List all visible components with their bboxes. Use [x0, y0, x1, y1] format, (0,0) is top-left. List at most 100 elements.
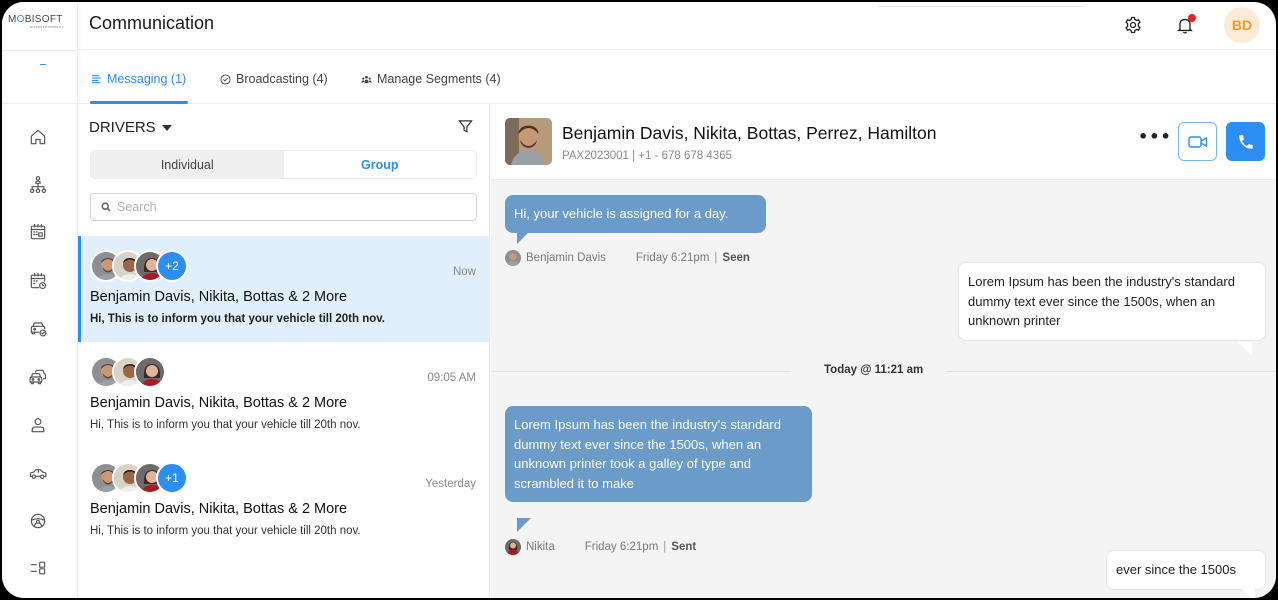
conversation-preview: Hi, This is to inform you that your vehi…: [90, 525, 361, 537]
sidebar-item-home[interactable]: [26, 125, 50, 149]
chat-header: Benjamin Davis, Nikita, Bottas, Perrez, …: [491, 104, 1276, 180]
group-icon: [361, 75, 372, 83]
chat-avatar: [505, 118, 552, 165]
segment-group[interactable]: Group: [283, 151, 476, 178]
sidebar: MOBISOFT DISCOVER MOBILITY: [2, 2, 78, 598]
separator: |: [663, 541, 667, 553]
video-call-button[interactable]: [1178, 122, 1217, 161]
filter-icon: [458, 120, 473, 133]
avatar-stack: [90, 356, 166, 388]
collapse-indicator[interactable]: [40, 64, 46, 65]
voice-call-button[interactable]: [1226, 122, 1265, 161]
sidebar-item-users[interactable]: [26, 413, 50, 437]
chat-subtitle: PAX2023001 | +1 - 678 678 4365: [562, 150, 732, 162]
conversation-item[interactable]: 09:05 AM Benjamin Davis, Nikita, Bottas …: [78, 342, 490, 448]
divider: [2, 103, 78, 104]
messages-icon: [91, 74, 102, 83]
logo-letter: M: [8, 14, 17, 25]
message-bubble-incoming: Lorem Ipsum has been the industry's stan…: [505, 406, 812, 502]
date-divider-label: Today @ 11:21 am: [824, 364, 924, 376]
divider: [2, 50, 78, 51]
category-dropdown[interactable]: DRIVERS: [89, 119, 172, 136]
category-label: DRIVERS: [89, 119, 156, 136]
conversation-item[interactable]: +1 Yesterday Benjamin Davis, Nikita, Bot…: [78, 448, 490, 554]
segment-individual[interactable]: Individual: [91, 151, 284, 178]
conversation-preview: Hi, This is to inform you that your vehi…: [90, 419, 361, 431]
sender-avatar: [505, 250, 521, 266]
sidebar-item-vehicles[interactable]: [26, 461, 50, 485]
org-chart-icon: [29, 176, 47, 194]
message-time: Friday 6:21pm: [635, 252, 710, 264]
notifications-button[interactable]: [1172, 12, 1198, 38]
settings-button[interactable]: [1120, 12, 1146, 38]
tab-label: Manage Segments (4): [377, 72, 501, 86]
message-status: Sent: [671, 541, 697, 553]
search-input[interactable]: [117, 200, 457, 214]
conversation-time: 09:05 AM: [427, 372, 476, 384]
more-members-badge: +2: [156, 250, 188, 282]
phone-icon: [1238, 134, 1253, 149]
sender-name: Benjamin Davis: [526, 252, 606, 264]
avatar-stack: +1: [90, 462, 188, 494]
divider: [878, 6, 1084, 7]
sender-avatar: [505, 539, 521, 555]
calendar-clock-icon: [30, 272, 47, 290]
sidebar-item-schedule[interactable]: [26, 269, 50, 293]
tab-bar: Messaging (1) Broadcasting (4) Manage Se…: [78, 50, 1276, 104]
logo-tagline: DISCOVER MOBILITY: [30, 25, 65, 29]
message-status: Seen: [722, 252, 750, 264]
tab-messaging[interactable]: Messaging (1): [91, 72, 186, 86]
notification-badge: [1188, 14, 1196, 22]
sidebar-item-calendar[interactable]: [26, 220, 50, 244]
car-side-icon: [29, 469, 47, 479]
logo-text: BISOFT: [24, 14, 63, 25]
conversation-title: Benjamin Davis, Nikita, Bottas & 2 More: [90, 501, 348, 517]
filter-button[interactable]: [458, 119, 476, 137]
app-window: MOBISOFT DISCOVER MOBILITY Communication…: [2, 2, 1276, 598]
check-circle-icon: [220, 73, 231, 85]
conversation-preview: Hi, This is to inform you that your vehi…: [90, 313, 385, 325]
calendar-icon: [30, 223, 46, 240]
chat-pane: Benjamin Davis, Nikita, Bottas, Perrez, …: [491, 104, 1276, 598]
bubble-tail: [517, 230, 531, 244]
gear-icon: [1125, 16, 1141, 34]
date-divider-line: [491, 371, 791, 372]
separator: |: [714, 252, 718, 264]
bubble-tail: [1238, 342, 1252, 356]
home-icon: [30, 129, 46, 145]
conversation-item[interactable]: +2 Now Benjamin Davis, Nikita, Bottas & …: [78, 236, 490, 342]
message-bubble-outgoing: ever since the 1500s: [1106, 550, 1266, 590]
logo-mark: O: [16, 14, 25, 25]
more-options-button[interactable]: •••: [1138, 129, 1172, 145]
message-meta: Nikita Friday 6:21pm | Sent: [505, 539, 696, 555]
sidebar-item-drivers[interactable]: [26, 509, 50, 533]
message-meta: Benjamin Davis Friday 6:21pm | Seen: [505, 250, 750, 266]
tab-manage-segments[interactable]: Manage Segments (4): [361, 72, 501, 86]
message-bubble-incoming: Hi, your vehicle is assigned for a day.: [505, 195, 766, 233]
chat-title: Benjamin Davis, Nikita, Bottas, Perrez, …: [562, 123, 937, 143]
sidebar-item-more[interactable]: [26, 556, 50, 580]
tab-label: Messaging (1): [107, 72, 187, 86]
logo: MOBISOFT DISCOVER MOBILITY: [8, 14, 74, 38]
avatar: [134, 356, 166, 388]
conversation-list-pane: DRIVERS Individual Group +2 Now Benjamin…: [78, 104, 490, 598]
message-time: Friday 6:21pm: [584, 541, 659, 553]
sender-name: Nikita: [526, 541, 555, 553]
top-header: Communication BD: [78, 2, 1276, 50]
search-box: [90, 193, 477, 221]
sidebar-item-organization[interactable]: [26, 173, 50, 197]
tab-broadcasting[interactable]: Broadcasting (4): [220, 72, 328, 86]
tab-label: Broadcasting (4): [236, 72, 328, 86]
sidebar-item-vehicle-verified[interactable]: [26, 316, 50, 340]
search-icon: [101, 202, 111, 212]
bubble-tail: [1241, 588, 1255, 598]
conversation-time: Yesterday: [425, 478, 476, 490]
segment-control: Individual Group: [90, 150, 477, 179]
avatar-stack: +2: [90, 250, 188, 282]
car-check-icon: [30, 322, 47, 337]
video-camera-icon: [1187, 135, 1207, 148]
conversation-time: Now: [452, 266, 476, 278]
user-avatar[interactable]: BD: [1224, 7, 1260, 43]
page-title: Communication: [89, 13, 215, 33]
sidebar-item-fleet[interactable]: [26, 365, 50, 389]
